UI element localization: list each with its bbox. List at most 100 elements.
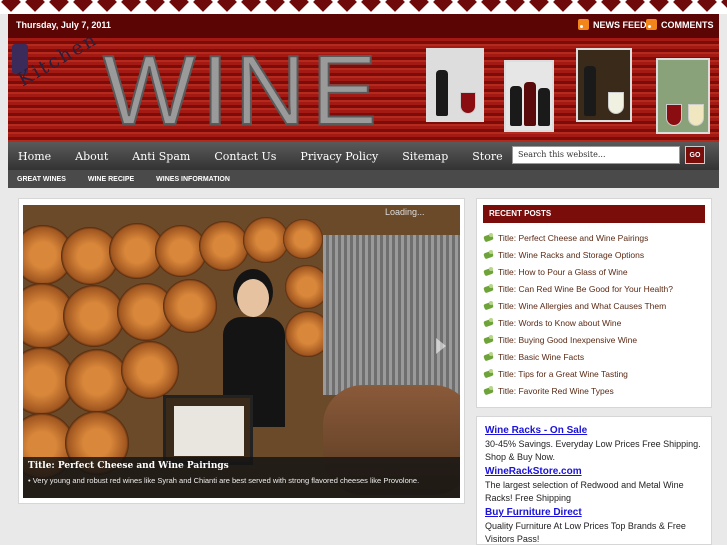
recent-post-item[interactable]: Title: Buying Good Inexpensive Wine bbox=[483, 331, 711, 348]
scallop-diamond bbox=[169, 0, 189, 12]
post-title[interactable]: Title: Perfect Cheese and Wine Pairings bbox=[498, 233, 648, 243]
recent-post-item[interactable]: Title: Words to Know about Wine bbox=[483, 314, 711, 331]
banner-photo-bottles bbox=[504, 60, 554, 132]
scallop-diamond bbox=[433, 0, 453, 12]
post-title[interactable]: Title: Favorite Red Wine Types bbox=[498, 386, 614, 396]
post-title[interactable]: Title: Words to Know about Wine bbox=[498, 318, 621, 328]
pushpin-icon bbox=[483, 300, 495, 311]
slider-next-arrow-icon[interactable] bbox=[430, 335, 452, 357]
slide-caption-text: • Very young and robust red wines like S… bbox=[28, 476, 420, 485]
nav-about[interactable]: About bbox=[75, 150, 108, 163]
recent-posts-widget: RECENT POSTS Title: Perfect Cheese and W… bbox=[476, 198, 712, 408]
post-title[interactable]: Title: Can Red Wine Be Good for Your Hea… bbox=[498, 284, 673, 294]
current-date: Thursday, July 7, 2011 bbox=[16, 20, 111, 30]
scallop-diamond bbox=[601, 0, 621, 12]
category-wine-recipe[interactable]: WINE RECIPE bbox=[88, 176, 134, 183]
nav-store[interactable]: Store bbox=[472, 150, 502, 163]
category-navigation: GREAT WINES WINE RECIPE WINES INFORMATIO… bbox=[8, 170, 719, 188]
comments-label: COMMENTS bbox=[661, 19, 714, 30]
post-title[interactable]: Title: Tips for a Great Wine Tasting bbox=[498, 369, 628, 379]
featured-content: Loading... Title: Perfect Cheese and Win… bbox=[18, 198, 465, 504]
post-title[interactable]: Title: Buying Good Inexpensive Wine bbox=[498, 335, 637, 345]
post-title[interactable]: Title: Basic Wine Facts bbox=[498, 352, 584, 362]
pushpin-icon bbox=[483, 368, 495, 379]
recent-post-item[interactable]: Title: Tips for a Great Wine Tasting bbox=[483, 365, 711, 382]
recent-post-item[interactable]: Title: Wine Allergies and What Causes Th… bbox=[483, 297, 711, 314]
post-title[interactable]: Title: How to Pour a Glass of Wine bbox=[498, 267, 628, 277]
pushpin-icon bbox=[483, 334, 495, 345]
search-input[interactable]: Search this website... bbox=[512, 146, 680, 164]
top-bar: Thursday, July 7, 2011 NEWS FEED COMMENT… bbox=[8, 14, 719, 38]
pushpin-icon bbox=[483, 283, 495, 294]
scallop-diamond bbox=[289, 0, 309, 12]
scallop-diamond bbox=[121, 0, 141, 12]
rss-icon bbox=[646, 19, 657, 30]
site-title: WINE bbox=[102, 38, 383, 142]
scallop-diamond bbox=[361, 0, 381, 12]
nav-sitemap[interactable]: Sitemap bbox=[402, 150, 448, 163]
scallop-diamond bbox=[241, 0, 261, 12]
scallop-diamond bbox=[457, 0, 477, 12]
scallop-diamond bbox=[481, 0, 501, 12]
scallop-diamond bbox=[49, 0, 69, 12]
scallop-diamond bbox=[385, 0, 405, 12]
scallop-diamond bbox=[145, 0, 165, 12]
recent-posts-list: Title: Perfect Cheese and Wine Pairings … bbox=[483, 229, 711, 399]
banner-photo-wine-glass bbox=[426, 48, 484, 122]
ad-unit: WineRackStore.com The largest selection … bbox=[485, 466, 703, 505]
recent-post-item[interactable]: Title: Perfect Cheese and Wine Pairings bbox=[483, 229, 711, 246]
recent-post-item[interactable]: Title: Favorite Red Wine Types bbox=[483, 382, 711, 399]
ad-title-link[interactable]: Wine Racks - On Sale bbox=[485, 425, 703, 436]
ad-unit: Wine Racks - On Sale 30-45% Savings. Eve… bbox=[485, 425, 703, 464]
top-scallop-border bbox=[0, 0, 727, 14]
recent-post-item[interactable]: Title: Can Red Wine Be Good for Your Hea… bbox=[483, 280, 711, 297]
main-navigation: Home About Anti Spam Contact Us Privacy … bbox=[8, 142, 719, 170]
nav-anti-spam[interactable]: Anti Spam bbox=[132, 150, 190, 163]
pushpin-icon bbox=[483, 266, 495, 277]
slide-caption-title[interactable]: Title: Perfect Cheese and Wine Pairings bbox=[28, 461, 455, 471]
sponsored-ads: Wine Racks - On Sale 30-45% Savings. Eve… bbox=[476, 416, 712, 545]
scallop-diamond bbox=[625, 0, 645, 12]
pushpin-icon bbox=[483, 351, 495, 362]
scallop-diamond bbox=[505, 0, 525, 12]
photo-sign-board bbox=[163, 395, 253, 465]
ad-unit: Buy Furniture Direct Quality Furniture A… bbox=[485, 507, 703, 545]
category-wines-information[interactable]: WINES INFORMATION bbox=[156, 176, 230, 183]
search-go-button[interactable]: GO bbox=[685, 146, 705, 164]
ad-title-link[interactable]: Buy Furniture Direct bbox=[485, 507, 703, 518]
nav-contact-us[interactable]: Contact Us bbox=[214, 150, 276, 163]
nav-privacy-policy[interactable]: Privacy Policy bbox=[300, 150, 378, 163]
banner-photo-glasses bbox=[656, 58, 710, 134]
pushpin-icon bbox=[483, 317, 495, 328]
scallop-diamond bbox=[697, 0, 717, 12]
category-great-wines[interactable]: GREAT WINES bbox=[17, 176, 66, 183]
scallop-diamond bbox=[265, 0, 285, 12]
scallop-diamond bbox=[337, 0, 357, 12]
header-banner[interactable]: Kitchen WINE bbox=[8, 38, 719, 142]
warehouse-door bbox=[323, 235, 460, 395]
nav-home[interactable]: Home bbox=[18, 150, 51, 163]
ad-title-link[interactable]: WineRackStore.com bbox=[485, 466, 703, 477]
recent-posts-heading: RECENT POSTS bbox=[483, 205, 705, 223]
featured-slider[interactable]: Loading... Title: Perfect Cheese and Win… bbox=[23, 205, 460, 498]
rss-icon bbox=[578, 19, 589, 30]
scallop-diamond bbox=[1, 0, 21, 12]
recent-post-item[interactable]: Title: Wine Racks and Storage Options bbox=[483, 246, 711, 263]
scallop-diamond bbox=[673, 0, 693, 12]
slider-loading-text: Loading... bbox=[385, 207, 425, 217]
ad-description: 30-45% Savings. Everyday Low Prices Free… bbox=[485, 439, 701, 462]
comments-feed-link[interactable]: COMMENTS bbox=[646, 19, 714, 30]
ad-description: The largest selection of Redwood and Met… bbox=[485, 480, 684, 503]
post-title[interactable]: Title: Wine Racks and Storage Options bbox=[498, 250, 644, 260]
scallop-diamond bbox=[193, 0, 213, 12]
scallop-diamond bbox=[217, 0, 237, 12]
news-feed-link[interactable]: NEWS FEED bbox=[578, 19, 647, 30]
pushpin-icon bbox=[483, 249, 495, 260]
scallop-diamond bbox=[409, 0, 429, 12]
post-title[interactable]: Title: Wine Allergies and What Causes Th… bbox=[498, 301, 666, 311]
slide-caption[interactable]: Title: Perfect Cheese and Wine Pairings … bbox=[23, 457, 460, 498]
scallop-diamond bbox=[721, 0, 727, 12]
recent-post-item[interactable]: Title: How to Pour a Glass of Wine bbox=[483, 263, 711, 280]
scallop-diamond bbox=[649, 0, 669, 12]
recent-post-item[interactable]: Title: Basic Wine Facts bbox=[483, 348, 711, 365]
